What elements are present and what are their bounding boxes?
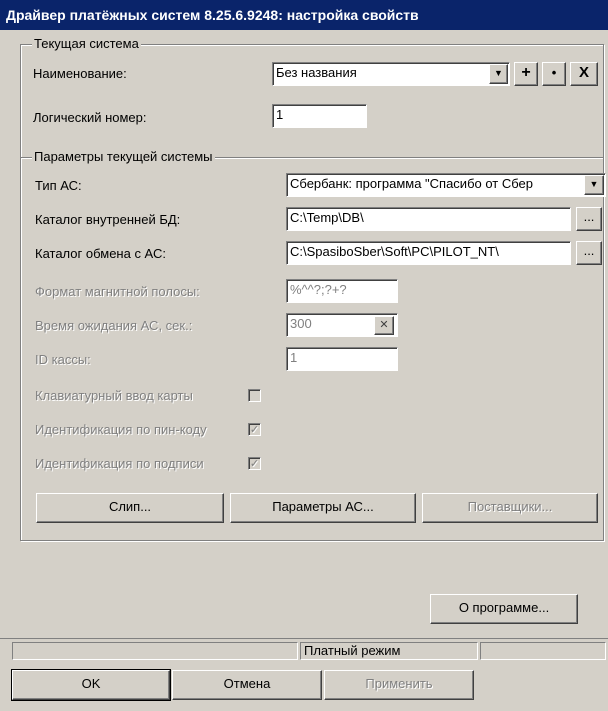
ok-button[interactable]: OK [11, 669, 171, 701]
apply-button: Применить [324, 670, 474, 700]
db-dir-browse-button[interactable]: ... [576, 207, 602, 231]
exchange-dir-browse-button[interactable]: ... [576, 241, 602, 265]
sign-ident-label: Идентификация по подписи [35, 456, 204, 471]
timeout-calculator-icon: ✕ [374, 316, 394, 335]
timeout-label: Время ожидания АС, сек.: [35, 318, 193, 333]
as-type-chevron-down-icon[interactable]: ▼ [584, 175, 604, 195]
exchange-dir-field[interactable]: C:\SpasiboSber\Soft\PC\PILOT_NT\ [286, 241, 571, 265]
keyboard-input-label: Клавиатурный ввод карты [35, 388, 193, 403]
cancel-button[interactable]: Отмена [172, 670, 322, 700]
as-params-button[interactable]: Параметры АС... [230, 493, 416, 523]
logical-number-label: Логический номер: [33, 110, 147, 125]
name-dropdown-chevron-down-icon[interactable]: ▼ [489, 64, 508, 84]
params-legend: Параметры текущей системы [32, 149, 215, 164]
status-mode: Платный режим [300, 642, 478, 660]
pin-ident-label: Идентификация по пин-коду [35, 422, 207, 437]
suppliers-button: Поставщики... [422, 493, 598, 523]
keyboard-input-checkbox [248, 389, 261, 402]
exchange-dir-label: Каталог обмена с АС: [35, 246, 166, 261]
about-button[interactable]: О программе... [430, 594, 578, 624]
current-system-legend: Текущая система [32, 36, 141, 51]
system-dot-button[interactable]: • [542, 62, 566, 86]
as-type-select[interactable]: Сбербанк: программа "Спасибо от Сбер [286, 173, 606, 197]
status-cell-3 [480, 642, 606, 660]
delete-system-button[interactable]: X [570, 62, 598, 86]
slip-button[interactable]: Слип... [36, 493, 224, 523]
sign-ident-checkbox: ✓ [248, 457, 261, 470]
mag-format-label: Формат магнитной полосы: [35, 284, 200, 299]
name-label: Наименование: [33, 66, 127, 81]
cash-id-label: ID кассы: [35, 352, 91, 367]
add-system-button[interactable]: + [514, 62, 538, 86]
db-dir-label: Каталог внутренней БД: [35, 212, 181, 227]
as-type-label: Тип АС: [35, 178, 82, 193]
mag-format-field: %^^?;?+? [286, 279, 398, 303]
db-dir-field[interactable]: C:\Temp\DB\ [286, 207, 571, 231]
status-cell-1 [12, 642, 298, 660]
pin-ident-checkbox: ✓ [248, 423, 261, 436]
cash-id-field: 1 [286, 347, 398, 371]
logical-number-field[interactable]: 1 [272, 104, 367, 128]
name-select[interactable]: Без названия [272, 62, 510, 86]
window-title: Драйвер платёжных систем 8.25.6.9248: на… [0, 0, 608, 30]
